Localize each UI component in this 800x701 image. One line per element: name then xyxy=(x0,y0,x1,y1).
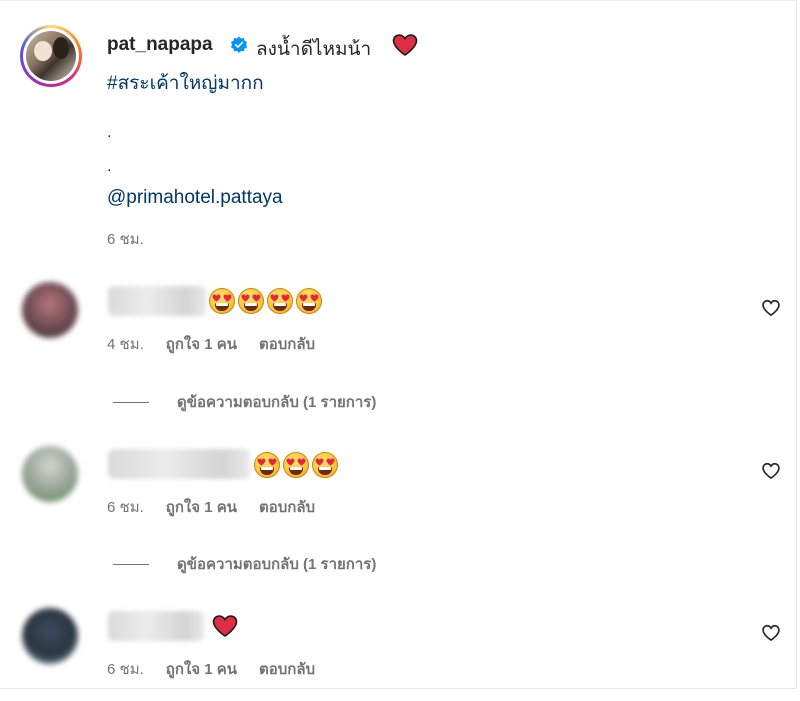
blurred-username[interactable] xyxy=(108,286,206,316)
view-replies-label: ดูข้อความตอบกลับ (1 รายการ) xyxy=(177,556,377,573)
caption-dot: . xyxy=(107,124,112,141)
comment-avatar[interactable] xyxy=(22,446,78,502)
comment-likes-count[interactable]: ถูกใจ 1 คน xyxy=(166,332,237,356)
verified-badge-icon xyxy=(230,36,248,53)
comment-likes-count[interactable]: ถูกใจ 1 คน xyxy=(166,495,237,519)
reply-button[interactable]: ตอบกลับ xyxy=(259,495,315,519)
red-heart-emoji-icon xyxy=(212,615,238,637)
post-caption: ลงน้ำดีไหมน้า xyxy=(256,39,372,60)
heart-eyes-emoji-icon xyxy=(209,288,235,314)
heart-eyes-emoji-icon xyxy=(296,288,322,314)
post-hashtag-link[interactable]: #สระเค้าใหญ่มากก xyxy=(107,68,264,98)
replies-divider-line xyxy=(113,563,149,565)
post-username[interactable]: pat_napapa xyxy=(107,34,213,56)
heart-eyes-emoji-icon xyxy=(283,452,309,478)
view-replies-label: ดูข้อความตอบกลับ (1 รายการ) xyxy=(177,394,377,411)
comment-meta: 6 ชม. ถูกใจ 1 คน ตอบกลับ xyxy=(107,495,315,519)
reply-button[interactable]: ตอบกลับ xyxy=(259,332,315,356)
comment-timestamp[interactable]: 6 ชม. xyxy=(107,657,144,681)
comment-likes-count[interactable]: ถูกใจ 1 คน xyxy=(166,657,237,681)
blurred-username[interactable] xyxy=(108,611,204,641)
comment-meta: 4 ชม. ถูกใจ 1 คน ตอบกลับ xyxy=(107,332,315,356)
comment-meta: 6 ชม. ถูกใจ 1 คน ตอบกลับ xyxy=(107,657,315,681)
comment-timestamp[interactable]: 4 ชม. xyxy=(107,332,144,356)
blurred-username[interactable] xyxy=(108,449,250,479)
heart-eyes-emoji-icon xyxy=(254,452,280,478)
heart-eyes-emoji-icon xyxy=(312,452,338,478)
comment-avatar[interactable] xyxy=(22,282,78,338)
avatar-border xyxy=(23,28,79,84)
comment-emoji-row xyxy=(209,288,322,314)
post-mention-link[interactable]: @primahotel.pattaya xyxy=(107,187,283,209)
red-heart-emoji-icon xyxy=(392,34,418,56)
comment-timestamp[interactable]: 6 ชม. xyxy=(107,495,144,519)
heart-eyes-emoji-icon xyxy=(238,288,264,314)
avatar-image xyxy=(26,31,76,81)
comment-emoji-row xyxy=(254,452,338,478)
reply-button[interactable]: ตอบกลับ xyxy=(259,657,315,681)
view-replies-button[interactable]: ดูข้อความตอบกลับ (1 รายการ) xyxy=(113,552,376,576)
heart-outline-icon[interactable] xyxy=(761,461,781,481)
post-timestamp[interactable]: 6 ชม. xyxy=(107,227,144,251)
heart-outline-icon[interactable] xyxy=(761,298,781,318)
view-replies-button[interactable]: ดูข้อความตอบกลับ (1 รายการ) xyxy=(113,390,376,414)
heart-eyes-emoji-icon xyxy=(267,288,293,314)
heart-outline-icon[interactable] xyxy=(761,623,781,643)
replies-divider-line xyxy=(113,401,149,403)
comment-avatar[interactable] xyxy=(22,608,78,664)
caption-dot: . xyxy=(107,158,112,175)
post-avatar[interactable] xyxy=(20,25,82,87)
